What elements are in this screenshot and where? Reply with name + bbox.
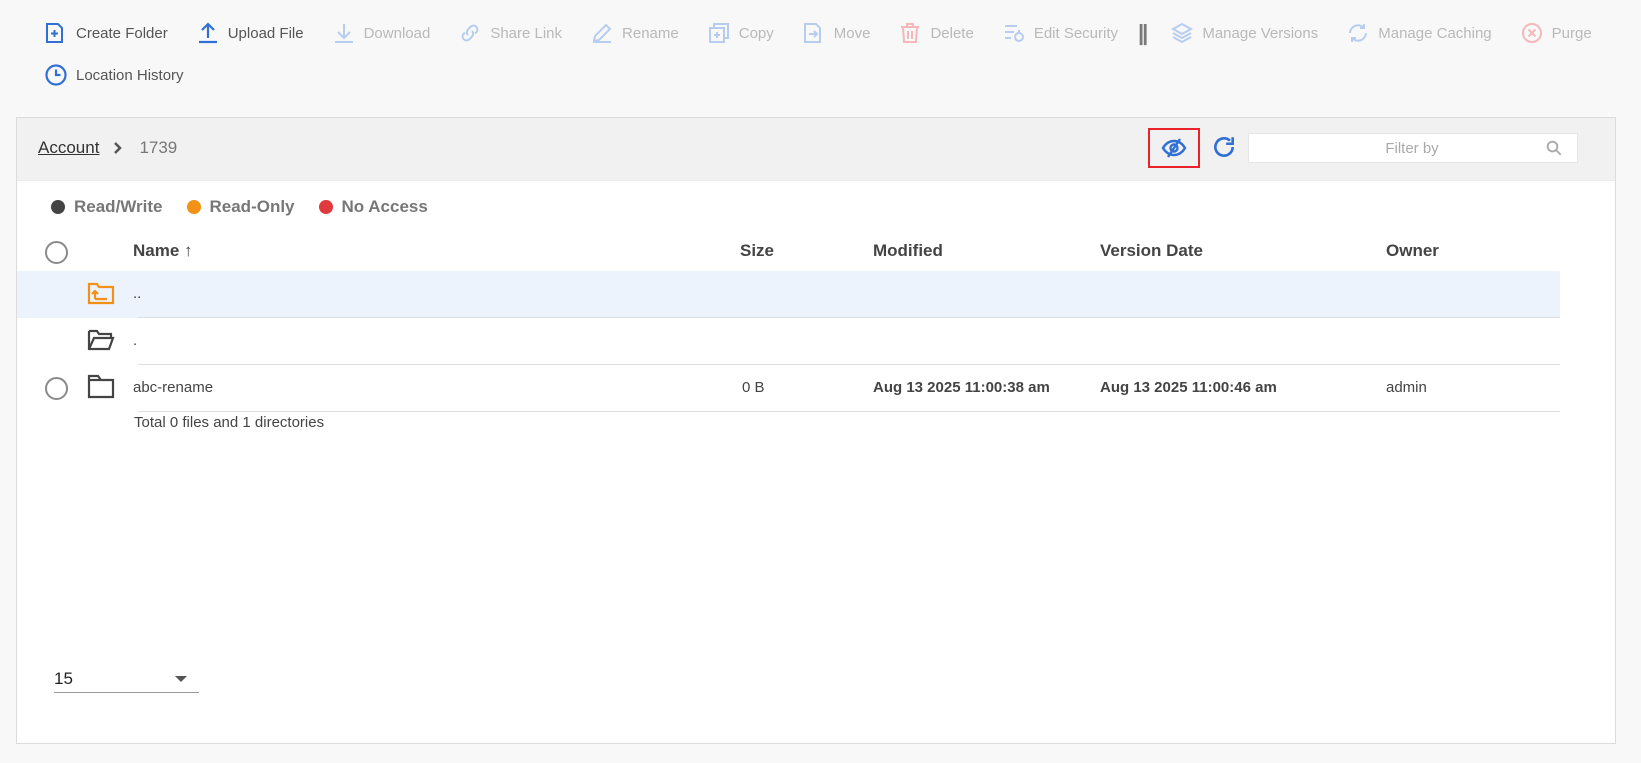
row-select-radio[interactable]: [45, 377, 68, 400]
location-history-label: Location History: [76, 66, 184, 84]
purge-icon: [1521, 23, 1542, 43]
column-header-version-date[interactable]: Version Date: [1100, 241, 1203, 261]
row-name[interactable]: ..: [133, 285, 141, 302]
select-all-radio[interactable]: [45, 241, 68, 264]
legend-label-no-access: No Access: [341, 197, 428, 216]
share-link-label: Share Link: [490, 24, 563, 42]
trash-icon: [901, 23, 920, 43]
row-name[interactable]: .: [133, 332, 137, 349]
purge-button[interactable]: Purge: [1520, 22, 1592, 44]
parent-folder-icon: [87, 282, 115, 305]
panel-header: Account 1739: [17, 118, 1615, 181]
layers-icon: [1171, 22, 1194, 44]
toolbar: Create Folder Upload File Download Share…: [44, 20, 1624, 86]
clock-icon: [45, 64, 67, 86]
toggle-hidden-button[interactable]: [1148, 128, 1200, 168]
link-icon: [461, 24, 479, 42]
manage-caching-label: Manage Caching: [1378, 24, 1492, 42]
delete-label: Delete: [930, 24, 974, 42]
refresh-icon[interactable]: [1211, 134, 1237, 160]
column-header-name[interactable]: Name ↑: [133, 241, 193, 261]
legend-label-read-write: Read/Write: [74, 197, 163, 216]
location-history-button[interactable]: Location History: [44, 64, 184, 86]
row-modified: Aug 13 2025 11:00:38 am: [873, 379, 1050, 396]
copy-icon: [708, 23, 729, 43]
chevron-right-icon: [113, 142, 123, 154]
row-name[interactable]: abc-rename: [133, 379, 213, 396]
move-button[interactable]: Move: [802, 22, 871, 44]
search-icon[interactable]: [1545, 139, 1563, 157]
rename-button[interactable]: Rename: [590, 22, 679, 44]
column-header-owner[interactable]: Owner: [1386, 241, 1439, 261]
move-icon: [803, 23, 821, 43]
purge-label: Purge: [1551, 24, 1592, 42]
row-divider: [138, 411, 1560, 412]
legend-read-write: Read/Write: [51, 197, 163, 217]
security-icon: [1004, 25, 1024, 42]
download-icon: [334, 24, 353, 43]
row-owner: admin: [1386, 379, 1427, 396]
legend-no-access: No Access: [318, 197, 428, 217]
manage-versions-button[interactable]: Manage Versions: [1170, 22, 1318, 44]
create-folder-icon: [46, 23, 63, 43]
edit-security-button[interactable]: Edit Security: [1002, 22, 1118, 44]
folder-icon: [87, 374, 115, 399]
file-table: Name ↑ Size Modified Version Date Owner …: [17, 235, 1560, 412]
create-folder-label: Create Folder: [76, 24, 168, 42]
column-header-size[interactable]: Size: [740, 241, 774, 261]
download-button[interactable]: Download: [332, 22, 431, 44]
name-header-label: Name: [133, 241, 180, 260]
legend-read-only: Read-Only: [186, 197, 295, 217]
edit-security-label: Edit Security: [1033, 24, 1119, 42]
legend-dot-no-access: [318, 200, 333, 214]
breadcrumb-current: 1739: [139, 138, 178, 157]
upload-icon: [198, 22, 217, 44]
table-row-parent[interactable]: ..: [17, 271, 1560, 318]
delete-button[interactable]: Delete: [898, 22, 974, 44]
caret-down-icon: [175, 675, 187, 682]
pencil-icon: [592, 23, 612, 43]
permission-legend: Read/Write Read-Only No Access: [51, 197, 452, 217]
download-label: Download: [363, 24, 431, 42]
sort-ascending-icon: ↑: [184, 241, 193, 260]
manage-versions-label: Manage Versions: [1202, 24, 1319, 42]
column-header-modified[interactable]: Modified: [873, 241, 943, 261]
cache-icon: [1349, 24, 1368, 42]
filter-input[interactable]: [1249, 134, 1545, 162]
rename-label: Rename: [622, 24, 679, 42]
copy-button[interactable]: Copy: [707, 22, 774, 44]
create-folder-button[interactable]: Create Folder: [44, 22, 168, 44]
table-header: Name ↑ Size Modified Version Date Owner: [17, 235, 1560, 271]
eye-off-icon: [1161, 138, 1187, 158]
page-size-value: 15: [54, 668, 73, 688]
row-size: 0 B: [742, 379, 765, 396]
file-browser-panel: Account 1739 Read/Write: [16, 117, 1616, 744]
breadcrumb-account-link[interactable]: Account: [38, 138, 99, 158]
table-row-current[interactable]: .: [17, 318, 1560, 365]
copy-label: Copy: [738, 24, 774, 42]
manage-caching-button[interactable]: Manage Caching: [1346, 22, 1492, 44]
legend-dot-read-write: [51, 200, 65, 214]
row-version-date: Aug 13 2025 11:00:46 am: [1100, 379, 1277, 396]
page-size-select[interactable]: 15: [54, 665, 199, 693]
breadcrumb: Account 1739: [38, 138, 177, 158]
share-link-button[interactable]: Share Link: [458, 22, 562, 44]
filter-box: [1248, 133, 1578, 163]
move-label: Move: [833, 24, 871, 42]
upload-file-button[interactable]: Upload File: [196, 22, 304, 44]
legend-label-read-only: Read-Only: [209, 197, 295, 216]
legend-dot-read-only: [186, 200, 201, 214]
open-folder-icon: [87, 329, 115, 351]
table-row-abc-rename[interactable]: abc-rename 0 B Aug 13 2025 11:00:38 am A…: [17, 365, 1560, 412]
table-summary: Total 0 files and 1 directories: [134, 414, 325, 431]
toolbar-separator: ||: [1138, 20, 1148, 45]
upload-file-label: Upload File: [227, 24, 304, 42]
